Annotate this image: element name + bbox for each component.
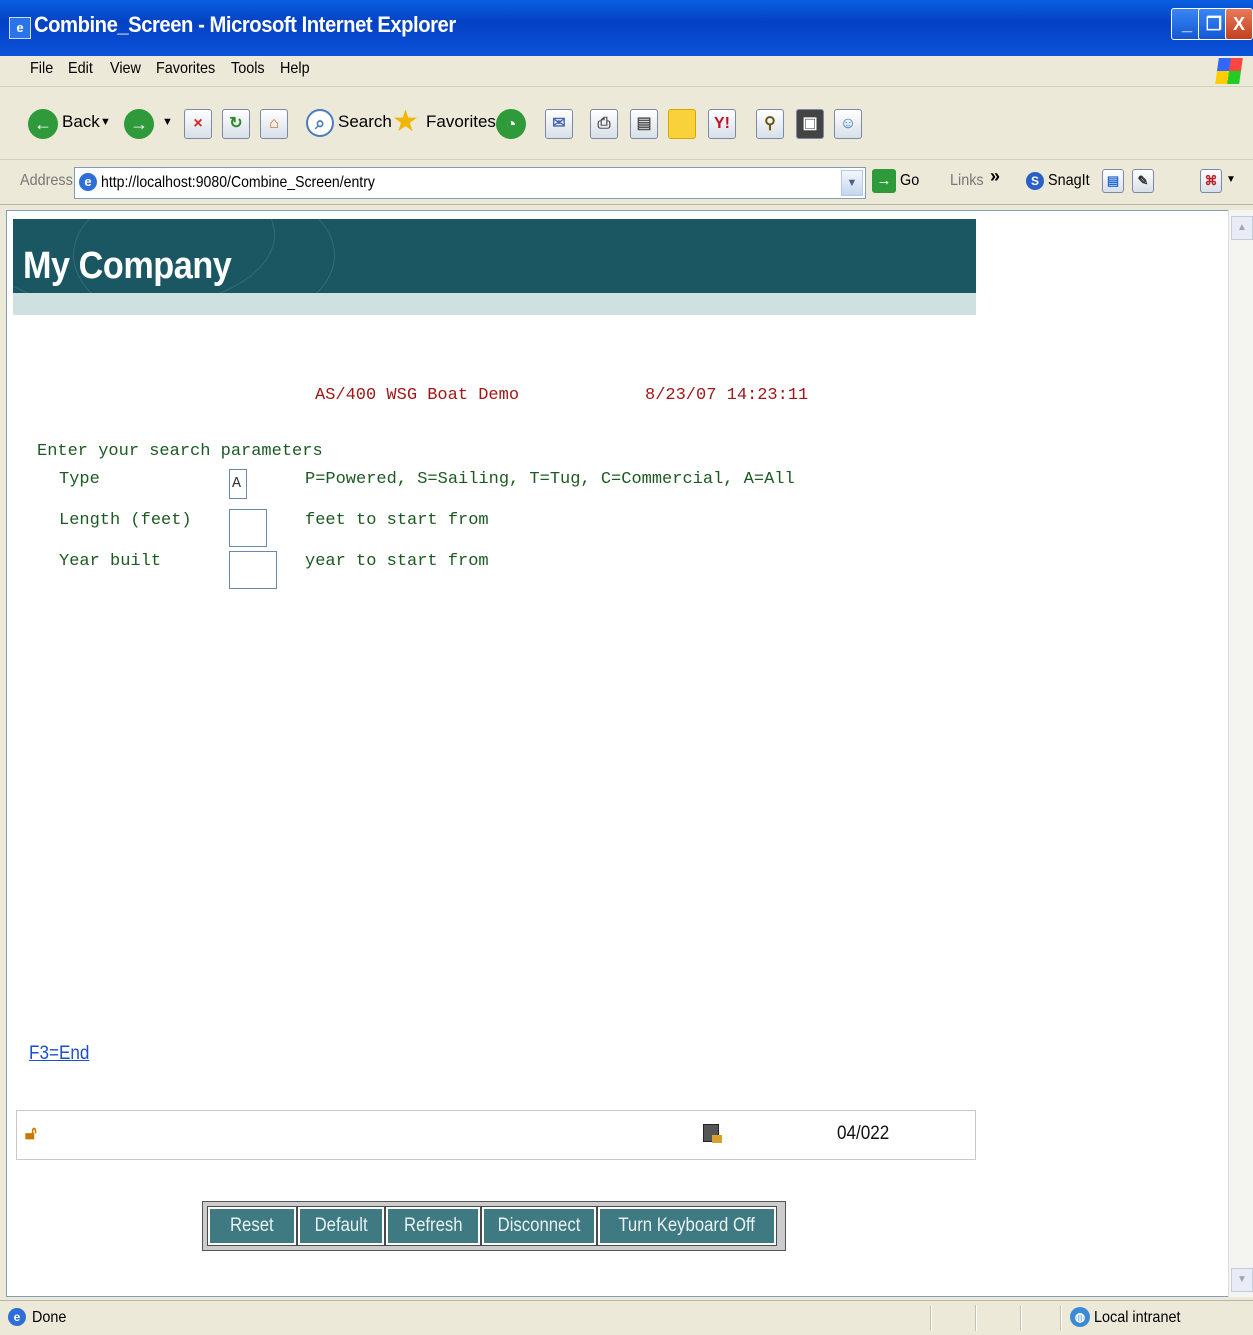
- disconnect-button-label: Disconnect: [497, 1215, 581, 1236]
- favorites-star-icon[interactable]: ★: [392, 103, 419, 141]
- stop-icon[interactable]: ×: [184, 109, 212, 139]
- type-input[interactable]: A: [229, 469, 247, 499]
- scroll-down-icon[interactable]: ▼: [1231, 1268, 1253, 1292]
- default-button-label: Default: [314, 1215, 368, 1236]
- close-button[interactable]: X: [1225, 8, 1253, 40]
- refresh-button-label: Refresh: [403, 1215, 463, 1236]
- button-bar: Reset Default Refresh Disconnect Turn Ke…: [202, 1201, 786, 1251]
- note-icon[interactable]: [668, 109, 696, 139]
- forward-arrow-icon[interactable]: →: [124, 109, 154, 139]
- company-banner: My Company: [13, 219, 976, 315]
- length-label: Length (feet): [59, 511, 192, 530]
- reset-button-label: Reset: [230, 1215, 274, 1236]
- banner-strip: [13, 293, 976, 315]
- links-label[interactable]: Links: [950, 172, 984, 190]
- cursor-position: 04/022: [837, 1123, 890, 1144]
- history-icon[interactable]: ◔: [496, 109, 526, 139]
- go-button[interactable]: Go: [900, 172, 919, 190]
- status-divider: [975, 1305, 977, 1331]
- snagit-icon[interactable]: S: [1026, 172, 1044, 190]
- research-icon[interactable]: ⚲: [756, 109, 784, 139]
- print-icon[interactable]: ⎙: [590, 109, 618, 139]
- favorites-button[interactable]: Favorites: [426, 103, 496, 141]
- menu-tools[interactable]: Tools: [231, 60, 265, 78]
- yahoo-icon[interactable]: Y!: [708, 109, 736, 139]
- menu-file[interactable]: File: [30, 60, 53, 78]
- pdf-dropdown-icon[interactable]: ▼: [1226, 174, 1236, 185]
- status-divider: [1020, 1305, 1022, 1331]
- menu-bar: File Edit View Favorites Tools Help: [0, 56, 1253, 87]
- go-arrow-icon[interactable]: →: [872, 169, 896, 193]
- messenger-icon[interactable]: ☺: [834, 109, 862, 139]
- page-done-icon: e: [8, 1308, 26, 1326]
- turn-keyboard-off-button[interactable]: Turn Keyboard Off: [597, 1206, 777, 1246]
- unlock-icon: 🔓︎: [25, 1123, 37, 1143]
- refresh-icon[interactable]: ↻: [222, 109, 250, 139]
- snagit-window-icon[interactable]: ▤: [1102, 169, 1124, 193]
- status-bar: e Done ◍ Local intranet: [0, 1300, 1253, 1335]
- vertical-scrollbar[interactable]: ▲ ▼: [1228, 210, 1253, 1297]
- window-title: Combine_Screen - Microsoft Internet Expl…: [34, 12, 456, 37]
- ie-app-icon: e: [9, 17, 31, 39]
- default-button[interactable]: Default: [297, 1206, 385, 1246]
- app-title: AS/400 WSG Boat Demo: [315, 386, 520, 405]
- turn-keyboard-off-label: Turn Keyboard Off: [618, 1215, 756, 1236]
- year-hint: year to start from: [305, 552, 489, 571]
- snagit-edit-icon[interactable]: ✎: [1132, 169, 1154, 193]
- terminal-status-strip: 🔓︎ 04/022: [16, 1110, 976, 1160]
- company-name: My Company: [23, 245, 232, 287]
- reset-button[interactable]: Reset: [207, 1206, 297, 1246]
- f3-end-link[interactable]: F3=End: [29, 1043, 89, 1065]
- scroll-up-icon[interactable]: ▲: [1231, 216, 1253, 240]
- address-label: Address: [20, 172, 73, 189]
- menu-edit[interactable]: Edit: [68, 60, 93, 78]
- search-icon[interactable]: ⌕: [306, 109, 334, 137]
- address-bar: Address e http://localhost:9080/Combine_…: [0, 160, 1253, 205]
- shortcut-icon[interactable]: ▣: [796, 109, 824, 139]
- windows-logo-icon: [1215, 58, 1243, 84]
- back-button[interactable]: Back: [62, 103, 100, 141]
- address-url[interactable]: http://localhost:9080/Combine_Screen/ent…: [101, 174, 375, 192]
- pdf-icon[interactable]: ⌘: [1200, 169, 1222, 193]
- menu-favorites[interactable]: Favorites: [156, 60, 215, 78]
- toolbar: ← Back ▼ → ▼ × ↻ ⌂ ⌕ Search ★ Favorites …: [0, 87, 1253, 160]
- security-zone: Local intranet: [1094, 1309, 1181, 1326]
- year-input[interactable]: [229, 551, 277, 589]
- chevron-right-icon[interactable]: »: [990, 166, 1000, 187]
- forward-dropdown-icon[interactable]: ▼: [162, 103, 173, 141]
- snagit-button[interactable]: SnagIt: [1048, 172, 1090, 190]
- address-input[interactable]: e http://localhost:9080/Combine_Screen/e…: [74, 167, 866, 199]
- refresh-button[interactable]: Refresh: [385, 1206, 481, 1246]
- search-prompt: Enter your search parameters: [37, 442, 323, 461]
- intranet-globe-icon: ◍: [1070, 1307, 1090, 1327]
- type-hint: P=Powered, S=Sailing, T=Tug, C=Commercia…: [305, 470, 795, 489]
- datetime: 8/23/07 14:23:11: [645, 386, 809, 405]
- page-viewport: My Company AS/400 WSG Boat Demo 8/23/07 …: [6, 210, 1230, 1297]
- back-dropdown-icon[interactable]: ▼: [100, 103, 111, 141]
- edit-icon[interactable]: ▤: [630, 109, 658, 139]
- menu-help[interactable]: Help: [280, 60, 310, 78]
- title-bar: e Combine_Screen - Microsoft Internet Ex…: [0, 0, 1253, 56]
- status-divider: [1060, 1305, 1062, 1331]
- length-hint: feet to start from: [305, 511, 489, 530]
- search-button[interactable]: Search: [338, 103, 392, 141]
- address-dropdown-icon[interactable]: ▼: [841, 170, 863, 196]
- disconnect-button[interactable]: Disconnect: [481, 1206, 597, 1246]
- mail-icon[interactable]: ✉: [545, 109, 573, 139]
- status-text: Done: [32, 1309, 67, 1326]
- type-label: Type: [59, 470, 100, 489]
- year-label: Year built: [59, 552, 162, 571]
- keyboard-status-icon: [703, 1124, 722, 1143]
- page-icon: e: [79, 173, 97, 191]
- menu-view[interactable]: View: [110, 60, 141, 78]
- back-arrow-icon[interactable]: ←: [28, 109, 58, 139]
- length-input[interactable]: [229, 509, 267, 547]
- home-icon[interactable]: ⌂: [260, 109, 288, 139]
- status-divider: [930, 1305, 932, 1331]
